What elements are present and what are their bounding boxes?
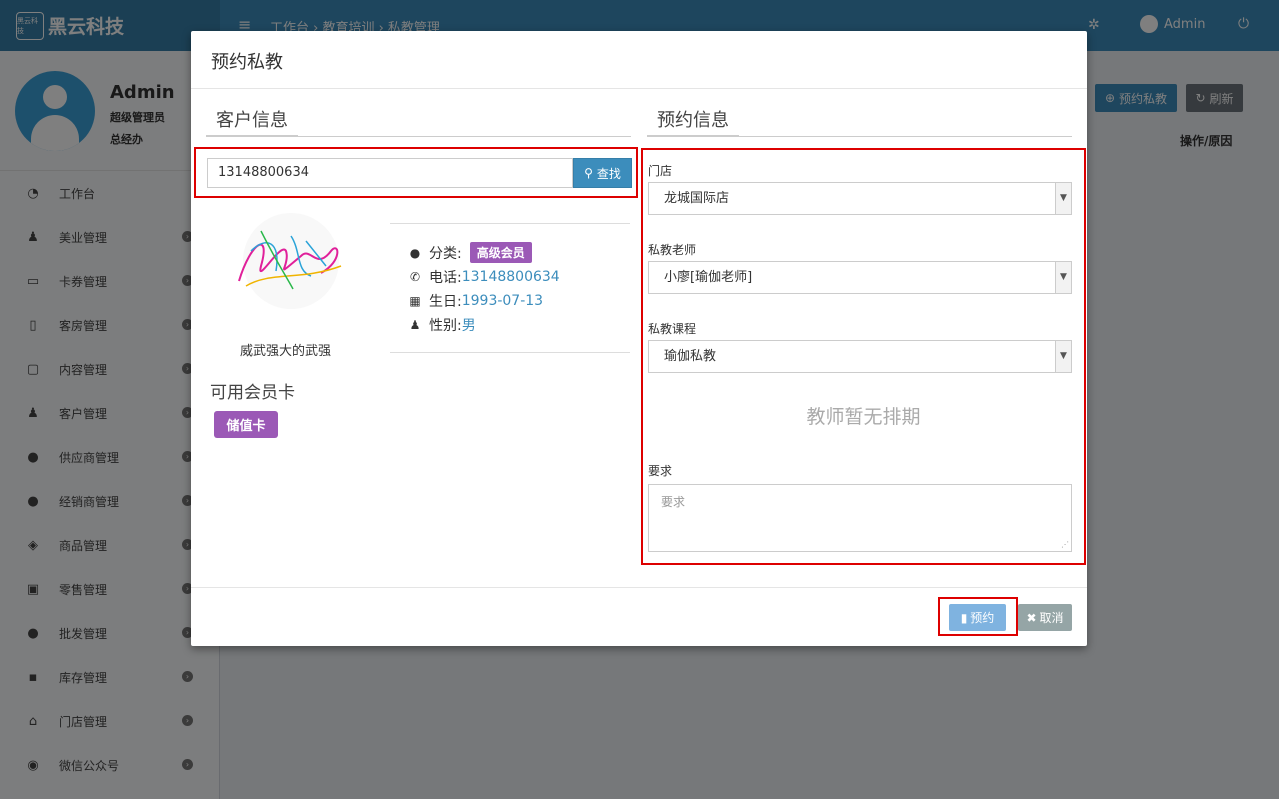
booking-section-title: 预约信息 (657, 110, 729, 131)
users-icon: ● (409, 245, 421, 260)
confirm-booking-button[interactable]: ▮ 预约 (949, 604, 1006, 631)
booking-form-highlight: 门店 龙城国际店 ▼ 私教老师 小廖[瑜伽老师] ▼ 私教课程 瑜伽私教 ▼ 教… (641, 148, 1086, 565)
close-icon: ✖ (1026, 610, 1037, 625)
modal-header: 预约私教 (191, 31, 1087, 89)
store-select[interactable]: 龙城国际店 ▼ (648, 182, 1072, 215)
phone-value: 13148800634 (461, 269, 560, 285)
no-schedule-message: 教师暂无排期 (806, 406, 921, 428)
resize-grip-icon[interactable]: ⋰ (1061, 540, 1069, 549)
birthday-value: 1993-07-13 (461, 293, 544, 309)
course-label: 私教课程 (648, 322, 697, 336)
available-cards-title: 可用会员卡 (210, 383, 295, 403)
section-underline (647, 135, 739, 137)
search-highlight: 13148800634 ⚲ 查找 (194, 147, 638, 198)
category-row: ● 分类: 高级会员 (407, 242, 532, 263)
chevron-down-icon: ▼ (1055, 262, 1071, 293)
teacher-select[interactable]: 小廖[瑜伽老师] ▼ (648, 261, 1072, 294)
customer-section-title: 客户信息 (216, 110, 288, 131)
course-select[interactable]: 瑜伽私教 ▼ (648, 340, 1072, 373)
booking-modal: 预约私教 客户信息 13148800634 ⚲ 查找 威武强大的武强 可用会员卡… (191, 31, 1087, 646)
gender-value: 男 (461, 318, 476, 334)
section-underline (206, 135, 298, 137)
phone-search-input[interactable]: 13148800634 (207, 158, 573, 188)
requirement-textarea[interactable]: 要求 ⋰ (648, 484, 1072, 552)
bookmark-icon: ▮ (960, 610, 968, 625)
customer-name: 威武强大的武强 (240, 344, 332, 359)
search-icon: ⚲ (584, 166, 593, 180)
search-button[interactable]: ⚲ 查找 (573, 158, 632, 188)
store-label: 门店 (648, 164, 673, 178)
phone-row: ✆ 电话: 13148800634 (407, 267, 560, 287)
stored-value-card-badge[interactable]: 储值卡 (214, 411, 278, 438)
teacher-label: 私教老师 (648, 243, 697, 257)
customer-signature-image (238, 213, 342, 309)
gender-row: ♟ 性别: 男 (407, 315, 476, 335)
member-level-badge: 高级会员 (469, 242, 532, 263)
chevron-down-icon: ▼ (1055, 341, 1071, 372)
birthday-row: ▦ 生日: 1993-07-13 (407, 291, 543, 311)
cancel-button[interactable]: ✖ 取消 (1018, 604, 1072, 631)
customer-info-panel: ● 分类: 高级会员 ✆ 电话: 13148800634 ▦ 生日: 1993-… (390, 223, 630, 353)
phone-icon: ✆ (409, 270, 421, 284)
chevron-down-icon: ▼ (1055, 183, 1071, 214)
calendar-icon: ▦ (409, 294, 421, 308)
person-icon: ♟ (409, 318, 421, 332)
requirement-label: 要求 (648, 464, 673, 478)
modal-title: 预约私教 (211, 52, 283, 73)
